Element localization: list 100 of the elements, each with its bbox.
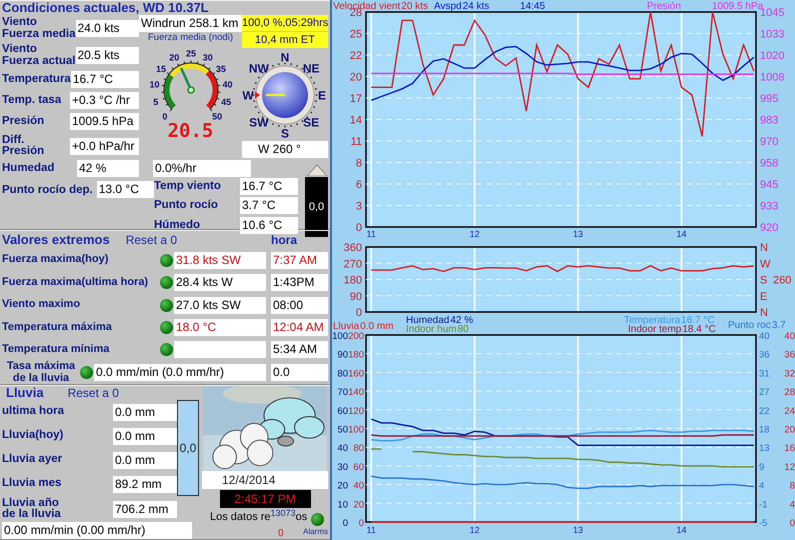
rain-value: 0.0 mm: [113, 452, 177, 468]
compass-label: N: [280, 50, 290, 64]
legend-label: Punto roc: [728, 320, 771, 331]
axis-label: 40: [353, 480, 364, 492]
axis-label: 18: [759, 424, 770, 436]
gauge-label: 0: [162, 112, 167, 120]
axis-label: 11: [366, 525, 376, 535]
axis-label: 1020: [760, 50, 784, 62]
rain-value: 0.0 mm: [113, 404, 177, 420]
extreme-time: 0.0: [271, 364, 328, 382]
axis-label: 200: [348, 331, 364, 342]
axis-label: 90: [337, 350, 348, 361]
legend-label: Lluvia: [333, 321, 360, 332]
reading-label: Humedad: [2, 162, 56, 174]
legend-value: 14:45: [520, 1, 546, 12]
extreme-value: 31.8 kts SW: [174, 252, 266, 269]
rain-label: Lluvia mes: [2, 478, 62, 490]
extreme-label: Temperatura máxima: [2, 322, 113, 334]
axis-label: 60: [337, 406, 348, 417]
axis-label: 100: [332, 331, 348, 342]
axis-label: 120: [348, 406, 364, 417]
axis-label: 0: [342, 518, 348, 529]
axis-label: -5: [759, 518, 768, 529]
axis-label: 0: [356, 307, 362, 316]
axis-label: 70: [337, 387, 348, 398]
axis-label: 4: [790, 499, 795, 510]
reset-link[interactable]: Reset a 0: [126, 233, 178, 247]
legend-label: Avspd: [434, 1, 462, 12]
axis-label: 32: [784, 368, 795, 380]
reading-value: 10.6 °C: [240, 216, 298, 234]
reset-link[interactable]: Reset a 0: [68, 386, 119, 400]
axis-label: 100: [348, 424, 364, 436]
gauge-label: 15: [156, 64, 166, 74]
axis-label: 28: [784, 387, 795, 398]
gauge-label: 35: [215, 64, 226, 74]
axis-label: 20: [350, 72, 362, 84]
axis-label: 13: [573, 525, 584, 535]
rain-label: Lluvia año de la lluvia: [2, 498, 62, 520]
column-header: hora: [271, 232, 298, 249]
reading-value: 1009.5 hPa: [70, 113, 139, 130]
reading-value: 3.7 °C: [240, 197, 298, 214]
compass-label: NW: [248, 62, 269, 76]
gauge-label: 10: [148, 80, 159, 90]
axis-label: 983: [760, 114, 778, 126]
axis-label: 80: [353, 443, 364, 454]
rain-value: 706.2 mm: [113, 500, 177, 518]
section-title: Condiciones actuales, WD 10.37L: [2, 1, 210, 15]
axis-label: 90: [350, 290, 362, 303]
reading-value: +0.3 °C /hr: [70, 92, 139, 109]
axis-label: 970: [760, 136, 778, 148]
windrun-value: Windrun 258.1 km: [139, 15, 242, 32]
legend-label: Indoor temp: [628, 324, 682, 335]
extreme-value: 27.0 kts SW: [174, 296, 266, 314]
axis-label: 24: [784, 406, 795, 417]
reading-label: Temp. tasa: [2, 94, 62, 106]
reading-value: 13.0 °C: [96, 181, 154, 198]
rain-label: Lluvia(hoy): [2, 430, 64, 442]
axis-label: 50: [337, 424, 348, 436]
axis-label: 4: [759, 480, 764, 492]
rain-value: 0.0 mm: [113, 428, 177, 444]
indicator-icon: [160, 320, 173, 334]
axis-label: N: [760, 242, 768, 254]
axis-label: 12: [470, 525, 480, 535]
extreme-value: 28.4 kts W: [174, 274, 266, 292]
extreme-label: Fuerza maxima(hoy): [2, 254, 110, 266]
rain-rate: 0.00 mm/min (0.00 mm/hr): [2, 522, 192, 539]
axis-label: 0: [358, 518, 364, 529]
indicator-icon: [160, 343, 173, 356]
alarm-indicator-icon[interactable]: [311, 512, 324, 526]
axis-label: 958: [760, 158, 778, 170]
axis-label: 11: [350, 136, 362, 148]
legend-label: Presión: [647, 1, 681, 12]
axis-label: 36: [759, 350, 770, 361]
extreme-time: 7:37 AM: [271, 252, 328, 269]
axis-label: 3: [356, 200, 362, 212]
reading-label: Viento Fuerza actual: [2, 44, 76, 67]
record-count: 13073: [270, 509, 296, 518]
axis-label: 933: [760, 200, 778, 212]
indicator-icon: [160, 276, 173, 290]
axis-label: 1008: [760, 72, 784, 84]
rate-meter: 0,0: [305, 177, 328, 237]
extreme-label: Tasa máxima de la lluvia: [6, 361, 76, 384]
speed-display: 20.5: [168, 120, 214, 142]
legend-value: 18.4 °C: [682, 324, 716, 335]
reading-label: Temperatura: [2, 74, 71, 86]
reading-label: Viento Fuerza media: [2, 17, 76, 40]
legend-label: Temperatura: [624, 316, 680, 326]
date-field: 12/4/2014: [202, 470, 328, 489]
axis-label: 12: [470, 229, 480, 239]
legend-value: 24 kts: [462, 1, 490, 12]
axis-label: 6: [356, 179, 362, 191]
axis-label: 31: [759, 368, 770, 380]
rain-label: Lluvia ayer: [2, 454, 64, 466]
axis-label: 20: [353, 499, 364, 510]
axis-label: 8: [356, 158, 362, 170]
axis-label: 60: [353, 462, 364, 473]
legend-value: 20 kts: [401, 1, 428, 12]
rain-label: ultima hora: [2, 406, 65, 418]
axis-label: 995: [760, 93, 778, 105]
alarm-label: Alarms: [303, 526, 328, 538]
